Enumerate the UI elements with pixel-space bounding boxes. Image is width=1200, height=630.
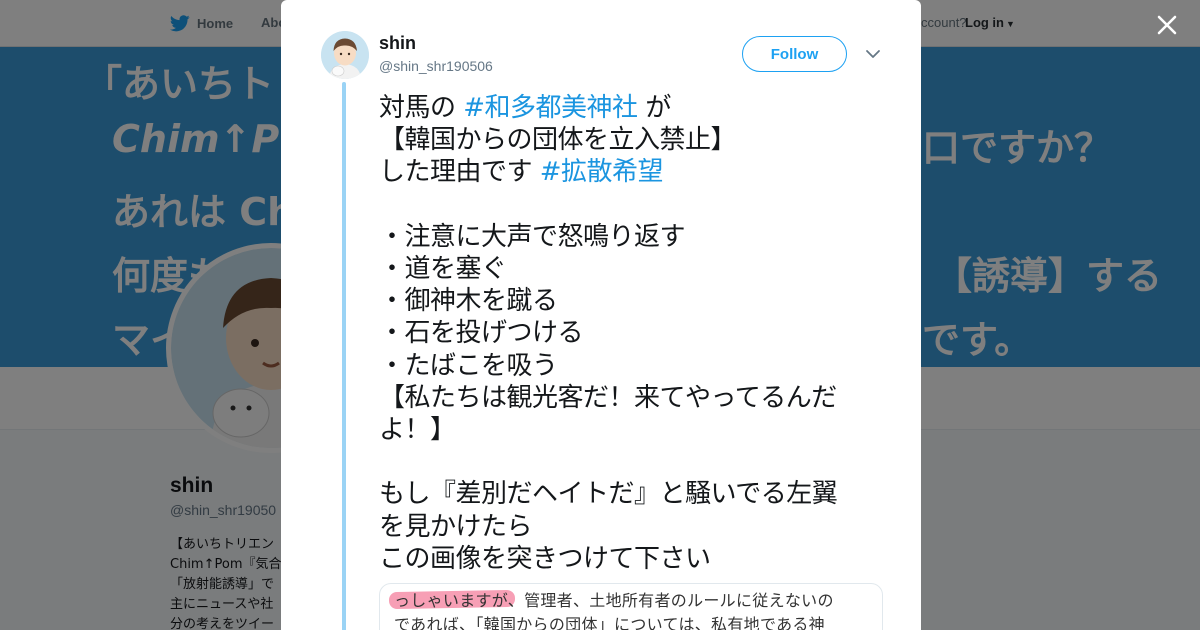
tweet-line: 【韓国からの団体を立入禁止】 (379, 125, 737, 156)
tweet-text: 対馬の #和多都美神社 が 【韓国からの団体を立入禁止】 した理由です #拡散希… (379, 92, 889, 575)
tweet-text-fragment: した理由です (379, 157, 540, 188)
tweet-list-item: ・注意に大声で怒鳴り返す (379, 221, 686, 252)
tweet-list-item: ・御神木を蹴る (379, 286, 558, 317)
tweet-line: 対馬の #和多都美神社 が (379, 92, 889, 124)
tweet-line: よ！】 (379, 415, 456, 446)
tweet-author-avatar[interactable] (321, 31, 369, 79)
tweet-line: を見かけたら (379, 511, 533, 542)
chevron-down-icon[interactable] (865, 46, 881, 62)
thread-line (342, 82, 346, 630)
follow-button[interactable]: Follow (742, 36, 847, 72)
hashtag-link[interactable]: #拡散希望 (540, 157, 664, 187)
hashtag-link[interactable]: #和多都美神社 (463, 93, 638, 123)
avatar-illustration (321, 31, 369, 79)
tweet-line: もし『差別だヘイトだ』と騒いでる左翼 (379, 479, 838, 510)
tweet-list-item: ・道を塞ぐ (379, 254, 507, 284)
tweet-author-name[interactable]: shin (379, 33, 416, 54)
tweet-attached-image[interactable]: っしゃいますが、管理者、土地所有者のルールに従えないの であれば、「韓国からの団… (379, 583, 883, 630)
tweet-line: した理由です #拡散希望 (379, 156, 889, 188)
tweet-author-handle[interactable]: @shin_shr190506 (379, 58, 493, 74)
tweet-list-item: ・たばこを吸う (379, 350, 558, 381)
image-text-line: であれば、「韓国からの団体」については、私有地である神 (394, 615, 825, 630)
tweet-line: この画像を突きつけて下さい (379, 543, 711, 574)
tweet-modal: shin @shin_shr190506 Follow 対馬の #和多都美神社 … (281, 0, 921, 630)
tweet-list-item: ・石を投げつける (379, 318, 584, 349)
tweet-line: 【私たちは観光客だ！来てやってるんだ (379, 382, 837, 413)
tweet-text-fragment: 対馬の (379, 93, 464, 123)
image-text-line: っしゃいますが、管理者、土地所有者のルールに従えないの (394, 591, 834, 610)
close-icon[interactable] (1154, 12, 1180, 38)
tweet-text-fragment: が (637, 93, 671, 123)
